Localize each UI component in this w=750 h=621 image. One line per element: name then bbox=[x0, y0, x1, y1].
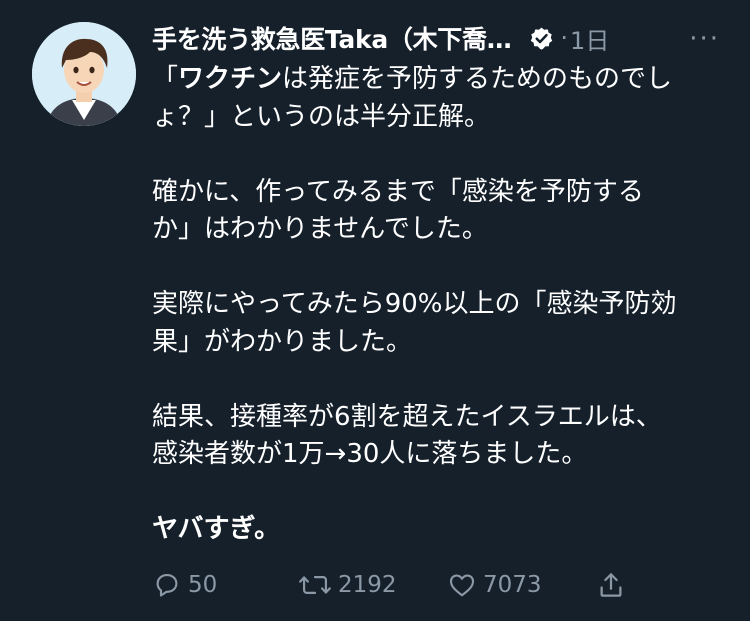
avatar[interactable] bbox=[32, 22, 136, 126]
body-line: か」はわかりませんでした。 bbox=[152, 214, 488, 244]
reply-icon bbox=[152, 570, 182, 600]
reply-count: 50 bbox=[188, 572, 218, 598]
retweet-count: 2192 bbox=[338, 572, 397, 598]
body-line: 「ワクチンは発症を予防するためのものでし bbox=[152, 61, 722, 99]
avatar-illustration bbox=[32, 22, 136, 126]
separator-dot: · bbox=[560, 24, 569, 52]
body-line: 感染者数が1万→30人に落ちました。 bbox=[152, 439, 588, 469]
tweet-body: 「ワクチンは発症を予防するためのものでし ょ？」というのは半分正解。 確かに、作… bbox=[152, 61, 722, 549]
tweet-actions: 50 2192 7073 bbox=[152, 570, 652, 606]
tweet-header: 手を洗う救急医Taka（木下喬… · 1日 ··· bbox=[152, 20, 730, 56]
like-button[interactable]: 7073 bbox=[447, 570, 542, 600]
body-line: 実際にやってみたら90%以上の「感染予防効 bbox=[152, 289, 677, 319]
body-line: ょ？」というのは半分正解。 bbox=[152, 101, 491, 132]
display-name[interactable]: 手を洗う救急医Taka（木下喬… bbox=[152, 20, 512, 56]
body-line: 確かに、作ってみるまで「感染を予防する bbox=[152, 176, 644, 207]
like-icon bbox=[447, 570, 477, 600]
body-line: 果」がわかりました。 bbox=[152, 326, 413, 357]
body-text-segment: 「 bbox=[152, 64, 179, 94]
retweet-icon bbox=[298, 570, 332, 600]
verified-badge-icon bbox=[529, 26, 554, 51]
body-line: 結果、接種率が6割を超えたイスラエルは、 bbox=[152, 401, 662, 432]
body-text-segment: は発症を予防するためのものでし bbox=[282, 64, 673, 94]
body-bold-line: ヤバすぎ。 bbox=[152, 514, 281, 544]
more-options-icon[interactable]: ··· bbox=[689, 24, 720, 54]
tweet-card: 手を洗う救急医Taka（木下喬… · 1日 ··· 「ワクチンは発症を予防するた… bbox=[0, 0, 750, 621]
like-count: 7073 bbox=[483, 572, 542, 598]
retweet-button[interactable]: 2192 bbox=[298, 570, 397, 600]
share-button[interactable] bbox=[596, 570, 626, 600]
share-icon bbox=[596, 570, 626, 600]
reply-button[interactable]: 50 bbox=[152, 570, 217, 600]
body-bold-text: ワクチン bbox=[178, 64, 283, 94]
timestamp[interactable]: 1日 bbox=[570, 21, 609, 56]
